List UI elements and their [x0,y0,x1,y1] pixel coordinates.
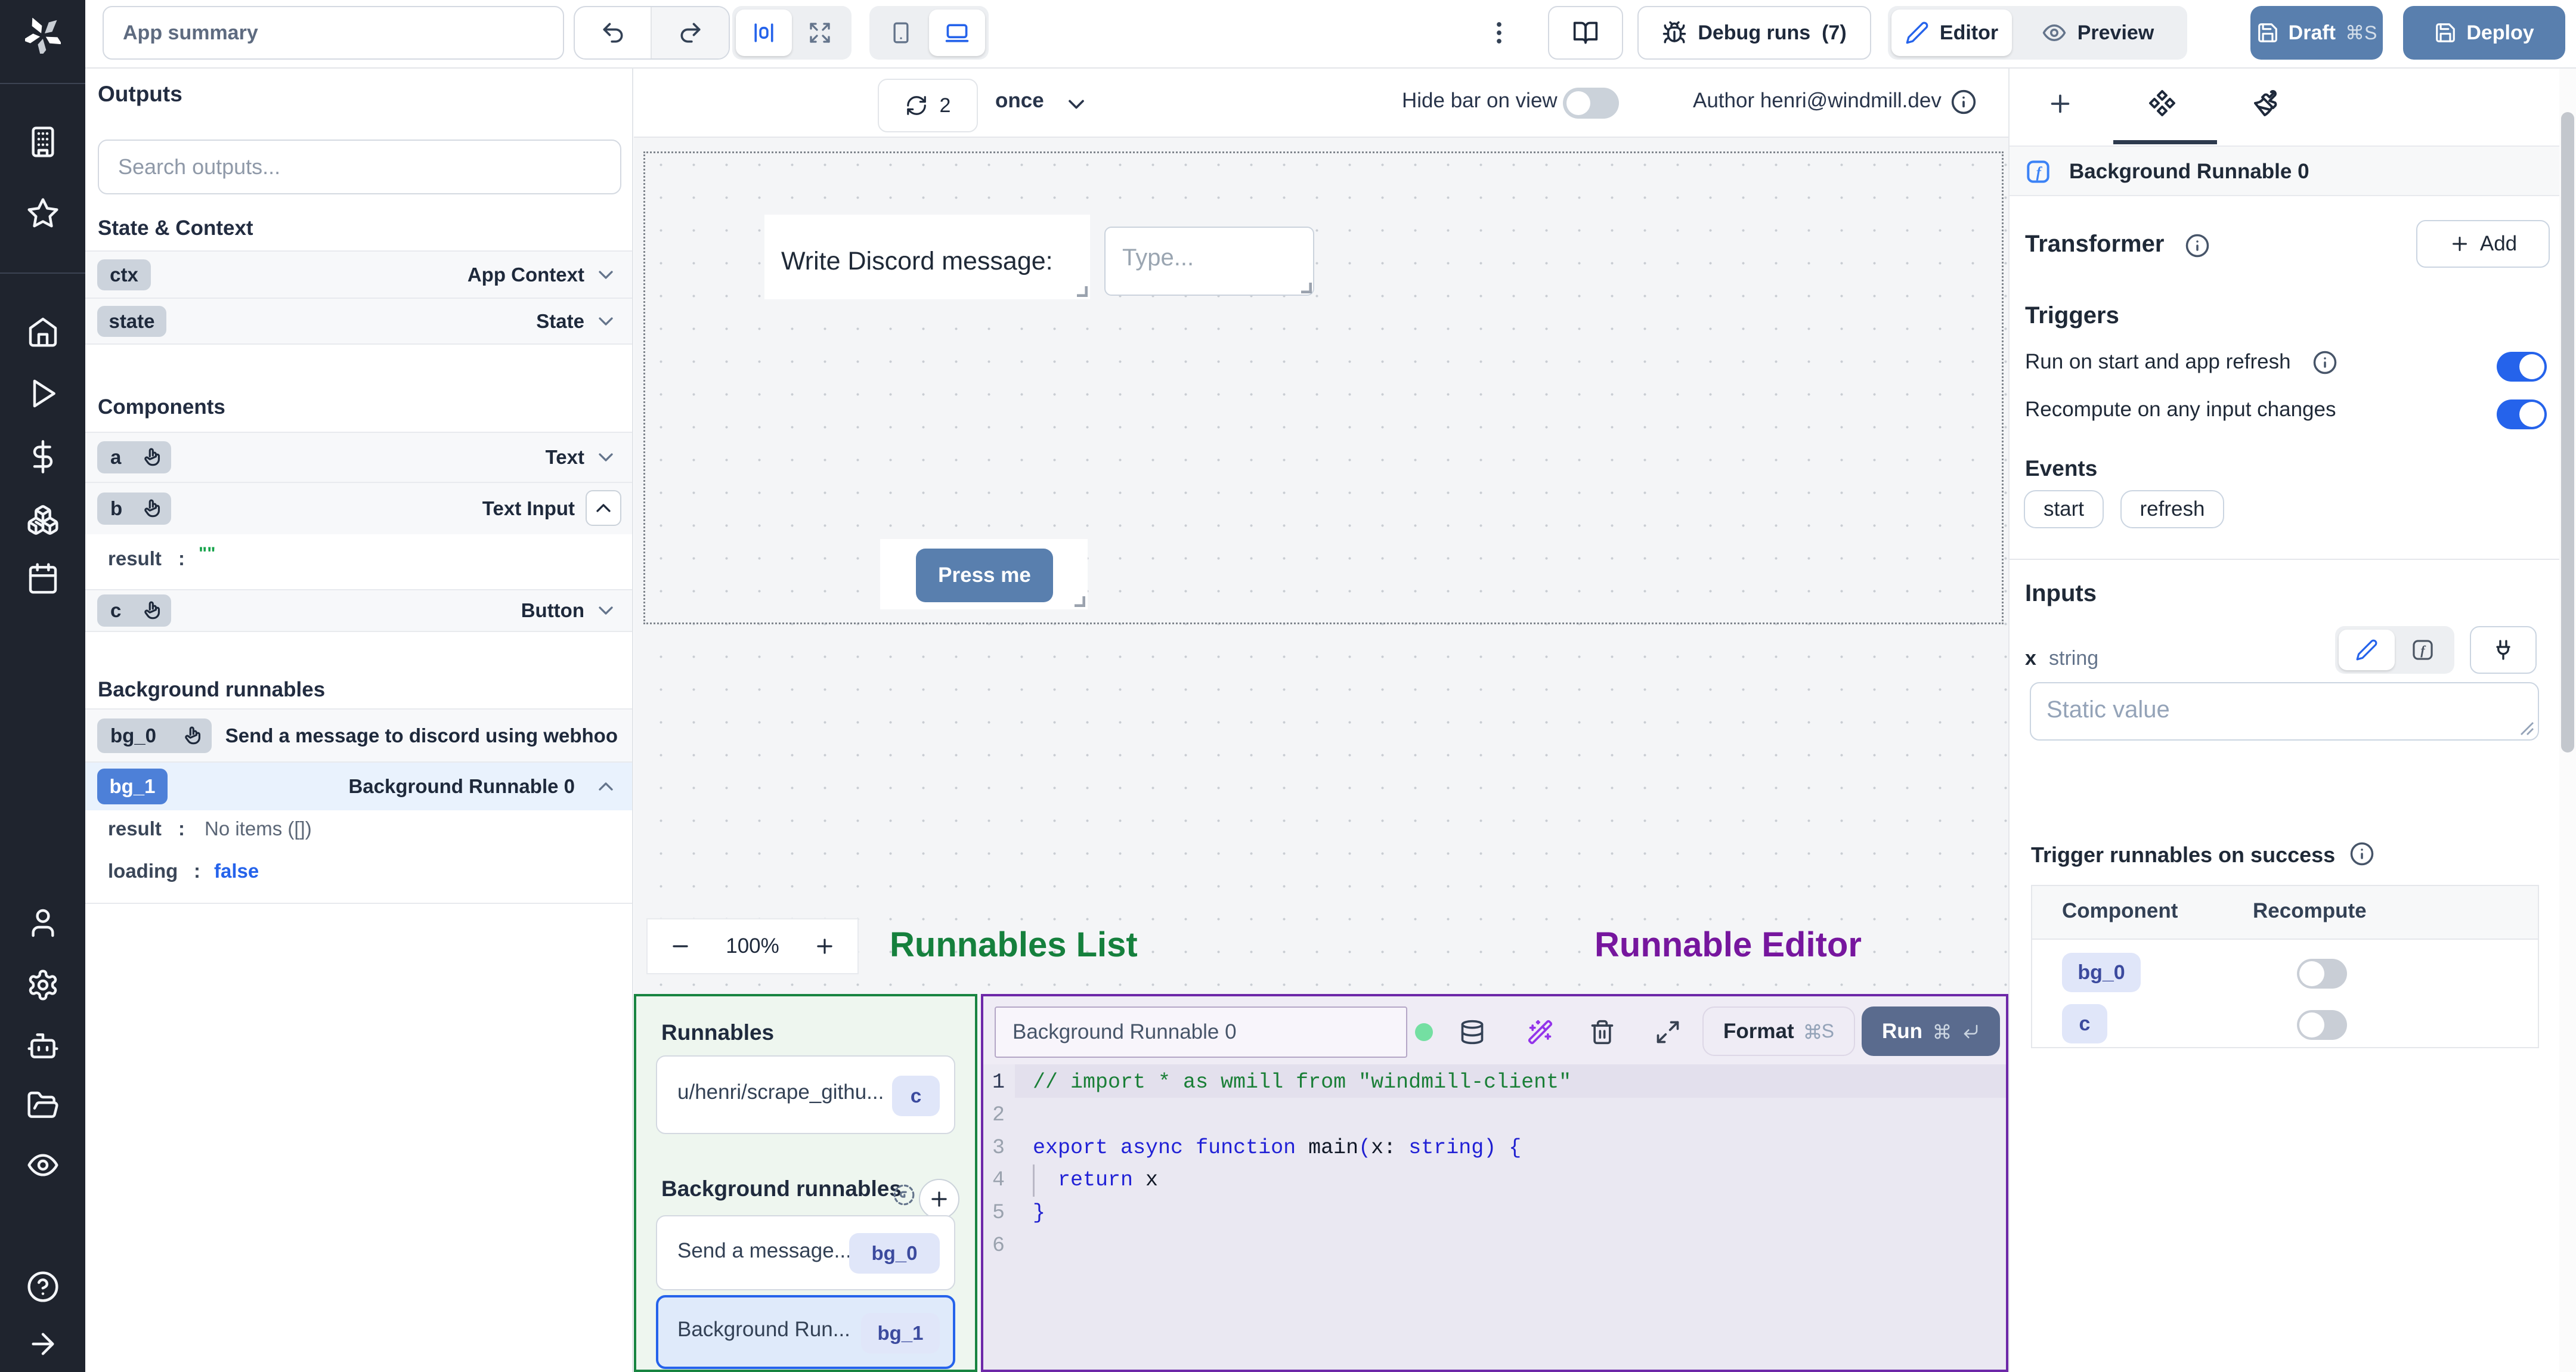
svg-text:f: f [2036,165,2043,181]
svg-text:f: f [2420,643,2426,658]
